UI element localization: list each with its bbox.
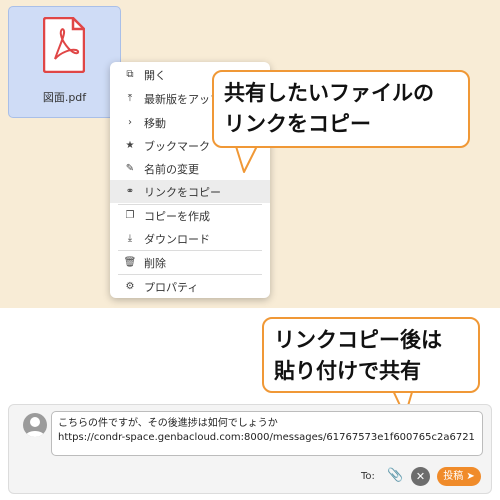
menu-item-properties[interactable]: ⚙ プロパティ bbox=[110, 275, 270, 298]
menu-item-make-copy[interactable]: ❐ コピーを作成 bbox=[110, 204, 270, 227]
menu-item-label: リンクをコピー bbox=[144, 185, 221, 199]
callout-line: リンクをコピー bbox=[224, 112, 371, 136]
message-link-line: https://condr-space.genbacloud.com:8000/… bbox=[58, 432, 475, 443]
pencil-icon: ✎ bbox=[125, 163, 135, 174]
gear-icon: ⚙ bbox=[125, 281, 135, 292]
menu-item-label: 移動 bbox=[144, 116, 166, 130]
callout-line: 共有したいファイルの bbox=[224, 81, 434, 105]
external-link-icon: ⧉ bbox=[126, 69, 134, 80]
menu-item-label: 削除 bbox=[144, 256, 166, 270]
close-icon[interactable]: ✕ bbox=[411, 467, 430, 486]
menu-item-label: コピーを作成 bbox=[144, 209, 210, 223]
callout-paste-share: リンクコピー後は 貼り付けで共有 bbox=[262, 317, 480, 393]
avatar-icon bbox=[23, 413, 47, 437]
menu-item-label: 名前の変更 bbox=[144, 162, 199, 176]
menu-item-delete[interactable]: 🗑 削除 bbox=[110, 251, 270, 274]
callout-line: リンクコピー後は bbox=[274, 328, 442, 352]
message-input[interactable]: こちらの件ですが、その後進捗は如何でしょうか https://condr-spa… bbox=[51, 411, 483, 456]
menu-item-label: 最新版をアップ bbox=[144, 92, 221, 106]
menu-item-label: ブックマーク bbox=[144, 139, 210, 153]
star-icon: ★ bbox=[125, 140, 135, 151]
file-name: 図面.pdf bbox=[42, 91, 87, 104]
menu-item-download[interactable]: ⤓ ダウンロード bbox=[110, 227, 270, 250]
download-icon: ⤓ bbox=[127, 233, 133, 244]
link-icon: ⚭ bbox=[125, 186, 135, 197]
upload-icon: ⤒ bbox=[127, 93, 133, 104]
menu-item-copy-link[interactable]: ⚭ リンクをコピー bbox=[110, 180, 270, 203]
trash-icon: 🗑 bbox=[123, 257, 137, 268]
callout-copy-link: 共有したいファイルの リンクをコピー bbox=[212, 70, 470, 148]
file-tile[interactable]: 図面.pdf bbox=[8, 6, 121, 118]
send-icon: ➤ bbox=[466, 471, 475, 482]
menu-item-label: 開く bbox=[144, 68, 166, 82]
post-button[interactable]: 投稿 ➤ bbox=[437, 467, 481, 486]
chevron-right-icon: › bbox=[128, 117, 132, 128]
menu-item-label: ダウンロード bbox=[144, 232, 210, 246]
paperclip-icon[interactable]: 📎 bbox=[387, 468, 403, 484]
pdf-file-icon bbox=[43, 17, 85, 73]
post-label: 投稿 bbox=[443, 471, 464, 482]
to-label: To: bbox=[361, 471, 375, 482]
copy-icon: ❐ bbox=[125, 210, 135, 221]
menu-item-label: プロパティ bbox=[144, 280, 199, 294]
message-line: こちらの件ですが、その後進捗は如何でしょうか bbox=[58, 418, 278, 429]
message-composer: こちらの件ですが、その後進捗は如何でしょうか https://condr-spa… bbox=[8, 404, 492, 494]
callout-line: 貼り付けで共有 bbox=[274, 359, 421, 383]
